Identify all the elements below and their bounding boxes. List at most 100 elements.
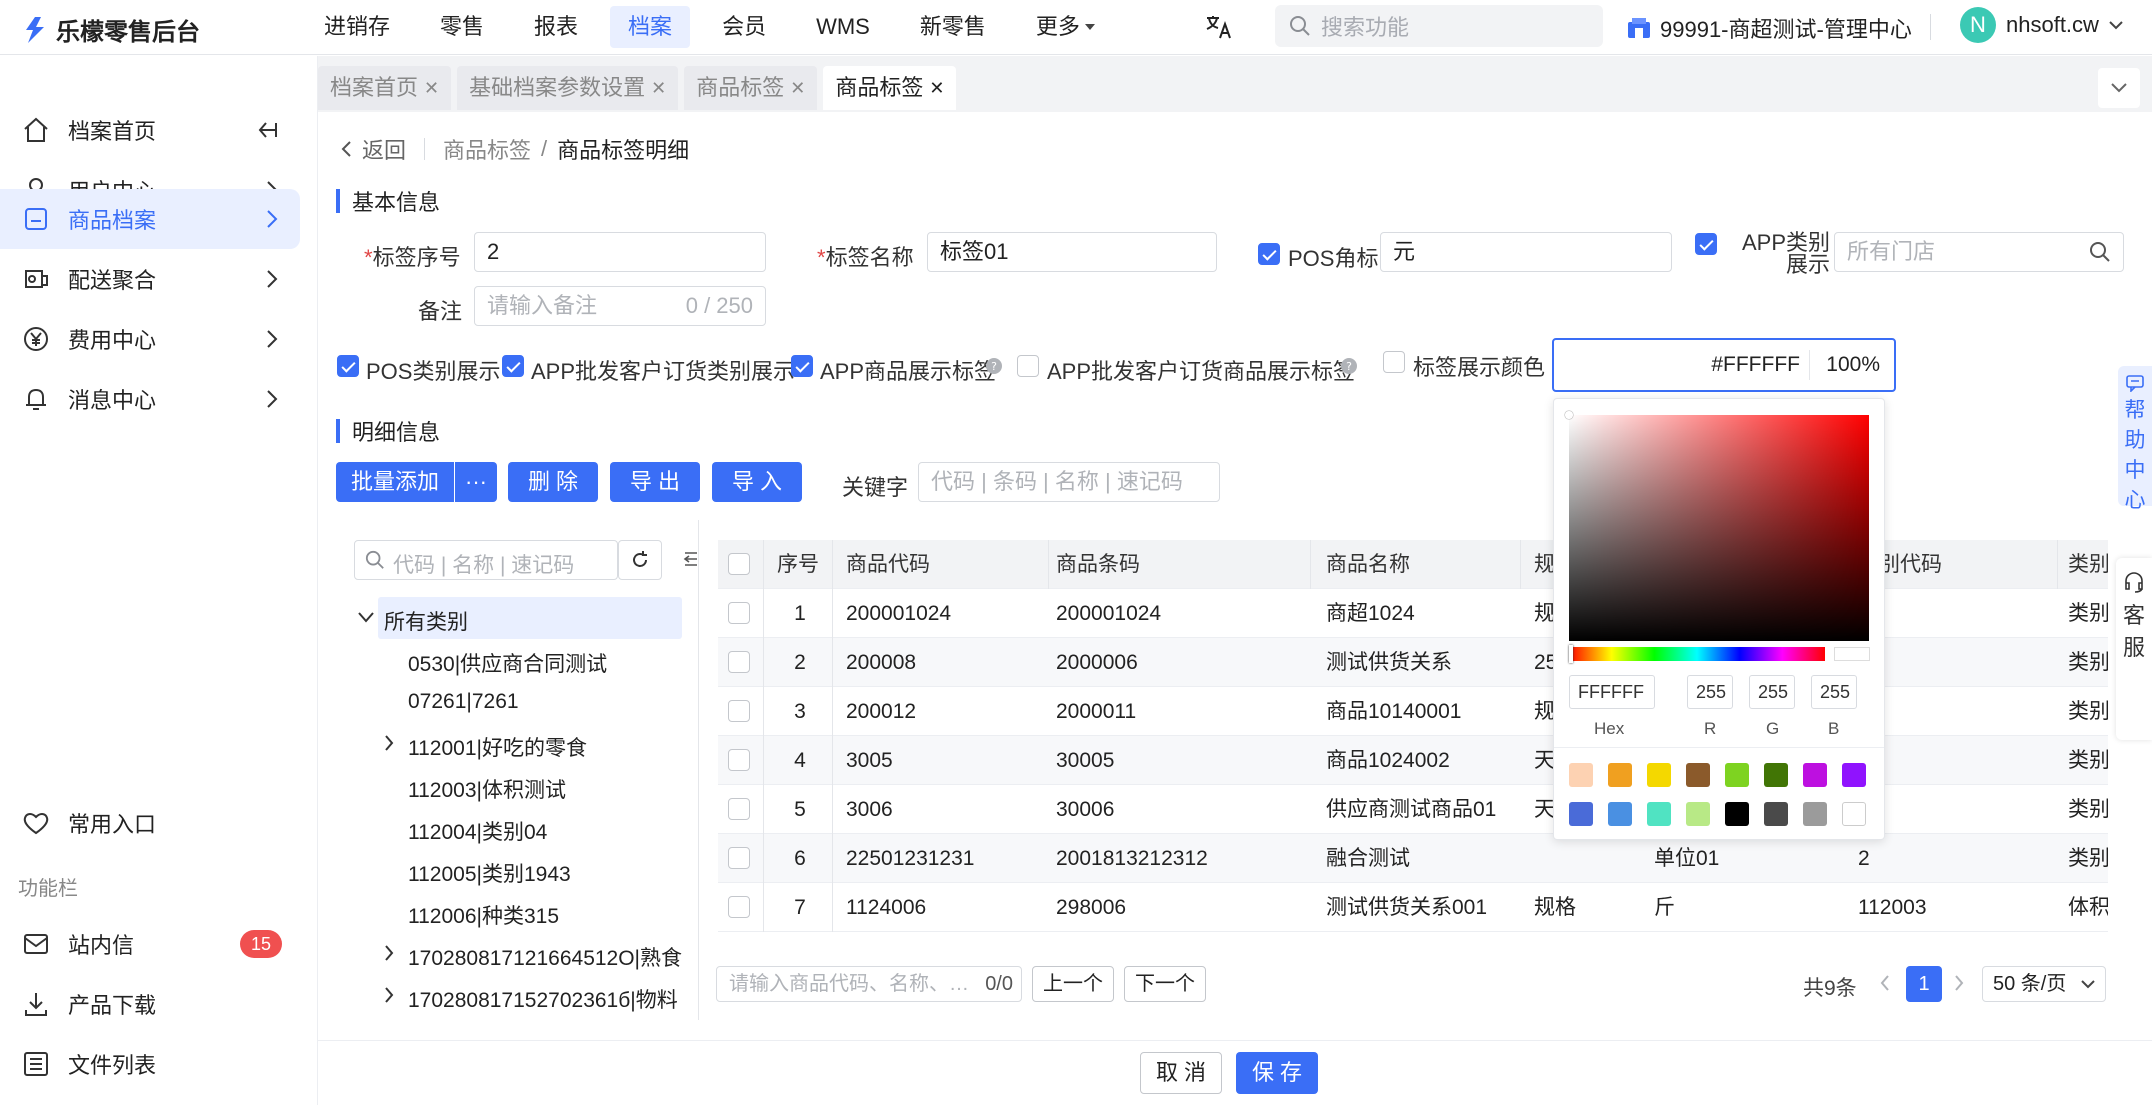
color-swatch[interactable] [1842, 763, 1866, 787]
color-swatch[interactable] [1608, 802, 1632, 826]
tree-search-input[interactable]: 代码 | 名称 | 速记码 [354, 540, 618, 580]
hex-input[interactable]: FFFFFF [1569, 675, 1655, 709]
pos-corner-input[interactable]: 元 [1380, 232, 1672, 272]
blue-input[interactable]: 255 [1811, 675, 1857, 709]
tree-refresh-button[interactable] [618, 540, 662, 580]
seq-input[interactable]: 2 [474, 232, 766, 272]
close-icon[interactable]: ✕ [790, 66, 805, 110]
more-actions-button[interactable]: ··· [455, 462, 497, 502]
prev-match-button[interactable]: 上一个 [1032, 966, 1114, 1002]
page-next-icon[interactable] [1954, 975, 1964, 991]
help-center-tab[interactable]: 帮 助 中 心 [2118, 366, 2152, 512]
sidebar-item-download[interactable]: 产品下载 [0, 974, 300, 1034]
color-swatch[interactable] [1686, 802, 1710, 826]
tree-node[interactable]: 112005|类别1943 [408, 858, 571, 888]
page-size-select[interactable]: 50 条/页 [1982, 966, 2106, 1002]
nav-wms[interactable]: WMS [798, 6, 888, 48]
saturation-area[interactable] [1569, 415, 1869, 641]
collapse-icon[interactable] [256, 120, 278, 140]
sidebar-item-message[interactable]: 消息中心 [0, 369, 300, 429]
tab-product-label-detail[interactable]: 商品标签 ✕ [823, 66, 957, 110]
collapse-tree-icon[interactable] [683, 550, 699, 568]
col-seq[interactable]: 序号 [777, 540, 819, 589]
color-swatch[interactable] [1764, 763, 1788, 787]
col-category[interactable]: 类别 [2068, 540, 2108, 589]
row-checkbox[interactable] [728, 651, 750, 673]
color-swatch[interactable] [1764, 802, 1788, 826]
sidebar-item-archive-home[interactable]: 档案首页 [0, 100, 300, 160]
sidebar-item-inbox[interactable]: 站内信 15 [0, 914, 300, 974]
keyword-input[interactable]: 代码 | 条码 | 名称 | 速记码 [918, 462, 1220, 502]
pos-category-checkbox[interactable] [337, 355, 359, 377]
tab-basic-params[interactable]: 基础档案参数设置 ✕ [457, 66, 679, 110]
store-selector[interactable]: 99991-商超测试-管理中心 [1626, 12, 1912, 44]
color-swatch[interactable] [1842, 802, 1866, 826]
col-product-code[interactable]: 商品代码 [846, 540, 930, 589]
pos-corner-checkbox[interactable] [1258, 243, 1280, 265]
next-match-button[interactable]: 下一个 [1124, 966, 1206, 1002]
tree-node[interactable]: 112003|体积测试 [408, 774, 566, 804]
saturation-cursor[interactable] [1565, 411, 1573, 419]
back-link[interactable]: 返回 [362, 133, 406, 165]
sidebar-item-expense[interactable]: 费用中心 [0, 309, 300, 369]
nav-member[interactable]: 会员 [704, 6, 784, 48]
app-product-tag-checkbox[interactable] [791, 355, 813, 377]
name-input[interactable]: 标签01 [927, 232, 1217, 272]
cancel-button[interactable]: 取 消 [1140, 1052, 1222, 1094]
hue-slider[interactable] [1569, 647, 1825, 661]
tab-product-label[interactable]: 商品标签 ✕ [684, 66, 818, 110]
color-swatch[interactable] [1725, 802, 1749, 826]
tree-node[interactable]: 0530|供应商合同测试 [408, 648, 607, 678]
tabs-dropdown[interactable] [2098, 68, 2140, 108]
translate-icon[interactable] [1205, 14, 1233, 40]
export-button[interactable]: 导 出 [610, 462, 700, 502]
alpha-slider[interactable] [1834, 647, 1870, 661]
col-barcode[interactable]: 商品条码 [1056, 540, 1140, 589]
tree-node[interactable]: 112004|类别04 [408, 816, 547, 846]
table-row[interactable]: 3 200012 2000011 商品10140001 规 类别 [718, 687, 2108, 736]
tree-node[interactable]: 112001|好吃的零食 [408, 732, 587, 762]
help-icon[interactable]: ? [1341, 358, 1357, 374]
breadcrumb-parent[interactable]: 商品标签 [443, 133, 531, 165]
table-row[interactable]: 5 3006 30006 供应商测试商品01 天 类别 [718, 785, 2108, 834]
color-swatch[interactable] [1569, 763, 1593, 787]
color-swatch[interactable] [1686, 763, 1710, 787]
page-current[interactable]: 1 [1906, 966, 1942, 1002]
row-checkbox[interactable] [728, 749, 750, 771]
table-row[interactable]: 2 200008 2000006 测试供货关系 25 类别 [718, 638, 2108, 687]
app-wholesale-product-tag-checkbox[interactable] [1017, 355, 1039, 377]
page-prev-icon[interactable] [1880, 975, 1890, 991]
table-row[interactable]: 6 22501231231 2001813212312 融合测试 单位01 2 类别 [718, 834, 2108, 883]
color-swatch[interactable] [1803, 763, 1827, 787]
tab-archive-home[interactable]: 档案首页 ✕ [318, 66, 452, 110]
color-swatch[interactable] [1647, 802, 1671, 826]
red-input[interactable]: 255 [1687, 675, 1733, 709]
color-swatch[interactable] [1803, 802, 1827, 826]
delete-button[interactable]: 删 除 [508, 462, 598, 502]
hue-handle[interactable] [1569, 645, 1573, 663]
nav-more[interactable]: 更多 [1018, 6, 1114, 48]
nav-archive[interactable]: 档案 [610, 6, 691, 48]
help-icon[interactable]: ? [986, 358, 1002, 374]
find-in-table-input[interactable]: 请输入商品代码、名称、… 0/0 [716, 966, 1022, 1002]
row-checkbox[interactable] [728, 602, 750, 624]
row-checkbox[interactable] [728, 798, 750, 820]
chevron-right-icon[interactable] [384, 945, 394, 961]
import-button[interactable]: 导 入 [712, 462, 802, 502]
color-swatch[interactable] [1647, 763, 1671, 787]
save-button[interactable]: 保 存 [1236, 1052, 1318, 1094]
close-icon[interactable]: ✕ [424, 66, 439, 110]
color-input[interactable]: #FFFFFF 100% [1552, 338, 1896, 392]
sidebar-item-file-list[interactable]: 文件列表 [0, 1034, 300, 1094]
chevron-down-icon[interactable] [358, 612, 374, 623]
select-all-checkbox[interactable] [728, 553, 750, 575]
remark-input[interactable]: 请输入备注 0 / 250 [474, 286, 766, 326]
nav-new-retail[interactable]: 新零售 [902, 6, 1004, 48]
color-swatch[interactable] [1725, 763, 1749, 787]
sidebar-item-delivery[interactable]: 配送聚合 [0, 249, 300, 309]
green-input[interactable]: 255 [1749, 675, 1795, 709]
chevron-right-icon[interactable] [384, 987, 394, 1003]
tree-node-all[interactable]: 所有类别 [384, 606, 468, 636]
store-select[interactable]: 所有门店 [1834, 232, 2124, 272]
table-row[interactable]: 4 3005 30005 商品1024002 天 类别 [718, 736, 2108, 785]
